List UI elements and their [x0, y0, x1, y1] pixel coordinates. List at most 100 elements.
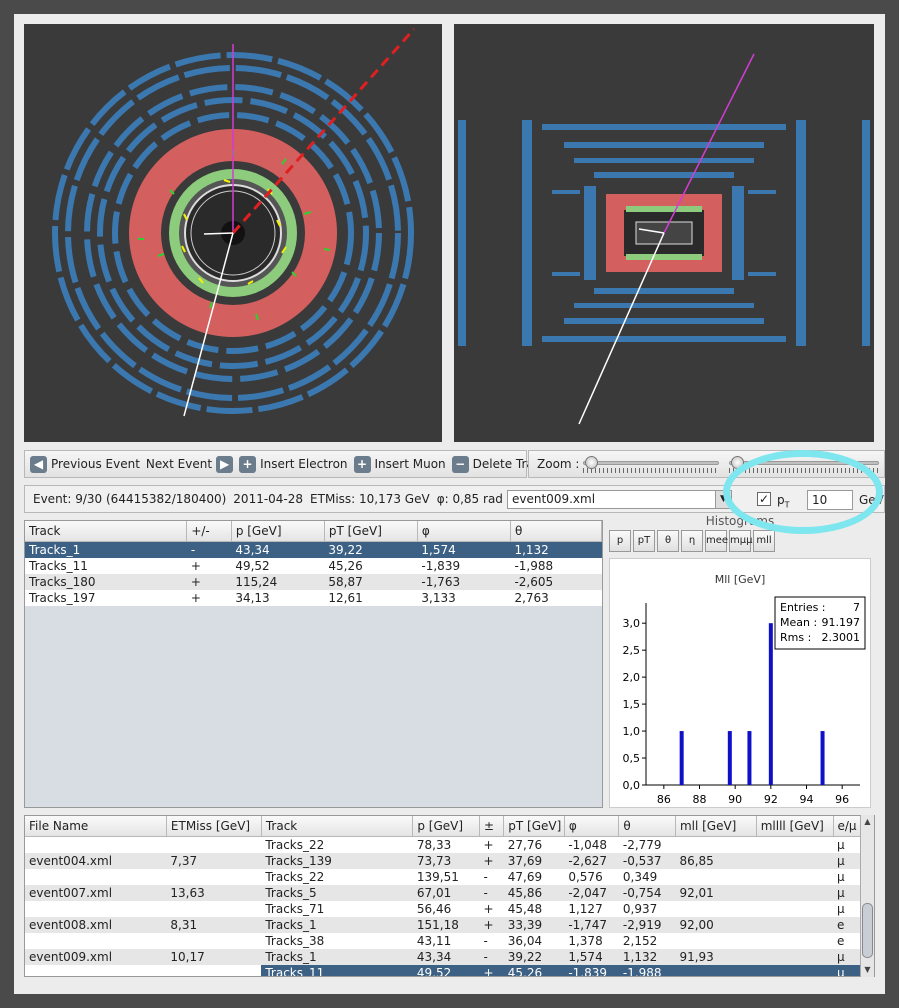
track-cell: -: [186, 541, 232, 558]
track-row[interactable]: Tracks_1-43,34 39,22 1,574 1,132: [25, 541, 602, 558]
file-col-header[interactable]: ETMiss [GeV]: [166, 816, 262, 837]
file-cell: 86,85: [675, 852, 757, 869]
scroll-thumb[interactable]: [862, 903, 873, 958]
file-cell: 1,132: [618, 948, 676, 965]
track-col-header[interactable]: Track: [25, 521, 188, 542]
file-cell: +: [479, 852, 504, 869]
file-cell: Tracks_22: [261, 836, 413, 853]
x-tick-label: 94: [800, 793, 814, 806]
file-col-header[interactable]: p [GeV]: [412, 816, 481, 837]
file-col-header[interactable]: ±: [479, 816, 505, 837]
file-cell: 49,52: [412, 964, 480, 976]
track-row[interactable]: Tracks_11 +49,52 45,26 -1,839 -1,988: [25, 557, 602, 574]
stats-label: Rms :: [780, 631, 811, 644]
histogram-tab[interactable]: mμμ: [729, 530, 752, 552]
stats-value: 7: [853, 601, 860, 614]
file-row[interactable]: event009.xml 10,17 Tracks_1 43,34-39,22 1,57…: [25, 948, 874, 965]
detector-view-rz[interactable]: [454, 24, 874, 442]
file-col-header[interactable]: mll [GeV]: [675, 816, 757, 837]
file-cell: 8,31: [166, 916, 262, 933]
file-select[interactable]: event009.xml ▼: [507, 490, 732, 509]
insert-muon-button[interactable]: + Insert Muon: [353, 455, 446, 473]
file-col-header[interactable]: mllll [GeV]: [756, 816, 834, 837]
file-cell: 73,73: [412, 852, 480, 869]
file-col-header[interactable]: Track: [261, 816, 414, 837]
y-tick-label: 2,0: [623, 671, 641, 684]
file-row[interactable]: event008.xml 8,31 Tracks_1 151,18 +33,39 -1,7…: [25, 916, 874, 933]
histogram-tab[interactable]: η: [681, 530, 703, 552]
next-event-button[interactable]: Next Event ▶: [146, 455, 234, 473]
histogram-tab[interactable]: θ: [657, 530, 679, 552]
zoom-slider-right[interactable]: [729, 456, 879, 475]
track-cell: 1,132: [510, 541, 602, 558]
file-row[interactable]: event004.xml 7,37 Tracks_139 73,73 +37,69 -2,…: [25, 852, 874, 869]
file-cell: [25, 868, 167, 885]
file-cell: [25, 836, 167, 853]
stats-value: 2.3001: [822, 631, 861, 644]
pt-filter: ✓ pT 10 GeV: [749, 490, 884, 510]
stats-label: Entries :: [780, 601, 826, 614]
track-col-header[interactable]: +/-: [186, 521, 232, 542]
track-cell: 115,24: [231, 573, 325, 590]
file-cell: event004.xml: [25, 852, 167, 869]
file-cell: -: [479, 868, 504, 885]
histogram-panel: Histograms p pT θ η mee mμμ mll Mll [GeV] 0,0 0,…: [609, 514, 871, 808]
pt-checkbox[interactable]: ✓: [757, 492, 771, 506]
file-cell: [675, 932, 757, 949]
file-cell: Tracks_139: [261, 852, 413, 869]
file-row[interactable]: Tracks_22 78,33 +27,76 -1,048 -2,779 μ: [25, 836, 874, 853]
histogram-tab[interactable]: mee: [705, 530, 728, 552]
y-tick-label: 1,0: [623, 725, 641, 738]
file-col-header[interactable]: φ: [564, 816, 620, 837]
file-col-header[interactable]: pT [GeV]: [503, 816, 565, 837]
file-cell: +: [479, 964, 504, 976]
insert-electron-button[interactable]: + Insert Electron: [239, 455, 348, 473]
file-cell: 1,574: [564, 948, 619, 965]
previous-event-button[interactable]: ◀ Previous Event: [30, 455, 140, 473]
track-col-header[interactable]: φ: [417, 521, 511, 542]
pt-threshold-input[interactable]: 10: [807, 490, 853, 510]
minus-icon: −: [451, 455, 469, 473]
etmiss-value: ETMiss: 10,173 GeV: [310, 492, 430, 506]
file-col-header[interactable]: θ: [618, 816, 676, 837]
track-row[interactable]: Tracks_180 +115,24 58,87 -1,763 -2,605: [25, 573, 602, 590]
detector-view-xy[interactable]: [24, 24, 442, 442]
arrow-left-icon: ◀: [30, 455, 47, 473]
file-row[interactable]: Tracks_11 49,52 +45,26 -1,839 -1,988 μ: [25, 964, 874, 976]
histogram-tab[interactable]: p: [609, 530, 631, 552]
histogram-tab[interactable]: mll: [753, 530, 775, 552]
track-cell: 49,52: [231, 557, 325, 574]
file-cell: 0,576: [564, 868, 619, 885]
file-cell: +: [479, 900, 504, 917]
file-cell: 92,01: [675, 884, 757, 901]
file-row[interactable]: Tracks_38 43,11-36,04 1,378 2,152 e: [25, 932, 874, 949]
track-cell: -1,839: [417, 557, 511, 574]
file-cell: Tracks_1: [261, 948, 413, 965]
file-cell: 10,17: [166, 948, 262, 965]
track-cell: Tracks_180: [25, 573, 187, 590]
file-cell: Tracks_71: [261, 900, 413, 917]
zoom-slider-left[interactable]: [583, 456, 719, 475]
track-row[interactable]: Tracks_197 +34,13 12,61 3,133 2,763: [25, 589, 602, 606]
stats-value: 91.197: [822, 616, 861, 629]
file-cell: 92,00: [675, 916, 757, 933]
file-cell: 43,34: [412, 948, 480, 965]
track-col-header[interactable]: p [GeV]: [231, 521, 325, 542]
file-row[interactable]: event007.xml 13,63 Tracks_5 67,01-45,86 -2,0…: [25, 884, 874, 901]
scroll-up-icon[interactable]: ▲: [861, 815, 874, 829]
file-cell: Tracks_1: [261, 916, 413, 933]
file-row[interactable]: Tracks_22 139,51-47,69 0,576 0,349 μ: [25, 868, 874, 885]
file-cell: 91,93: [675, 948, 757, 965]
chevron-down-icon: ▼: [715, 491, 731, 508]
track-col-header[interactable]: pT [GeV]: [324, 521, 418, 542]
x-tick-label: 86: [657, 793, 671, 806]
x-tick-label: 88: [693, 793, 707, 806]
file-cell: 33,39: [503, 916, 565, 933]
scroll-down-icon[interactable]: ▼: [861, 963, 874, 977]
file-cell: 78,33: [412, 836, 480, 853]
file-col-header[interactable]: File Name: [25, 816, 167, 837]
file-row[interactable]: Tracks_71 56,46 +45,48 1,127 0,937 μ: [25, 900, 874, 917]
file-table-scrollbar[interactable]: ▲ ▼: [860, 815, 874, 977]
track-col-header[interactable]: θ: [510, 521, 602, 542]
histogram-tab[interactable]: pT: [633, 530, 655, 552]
